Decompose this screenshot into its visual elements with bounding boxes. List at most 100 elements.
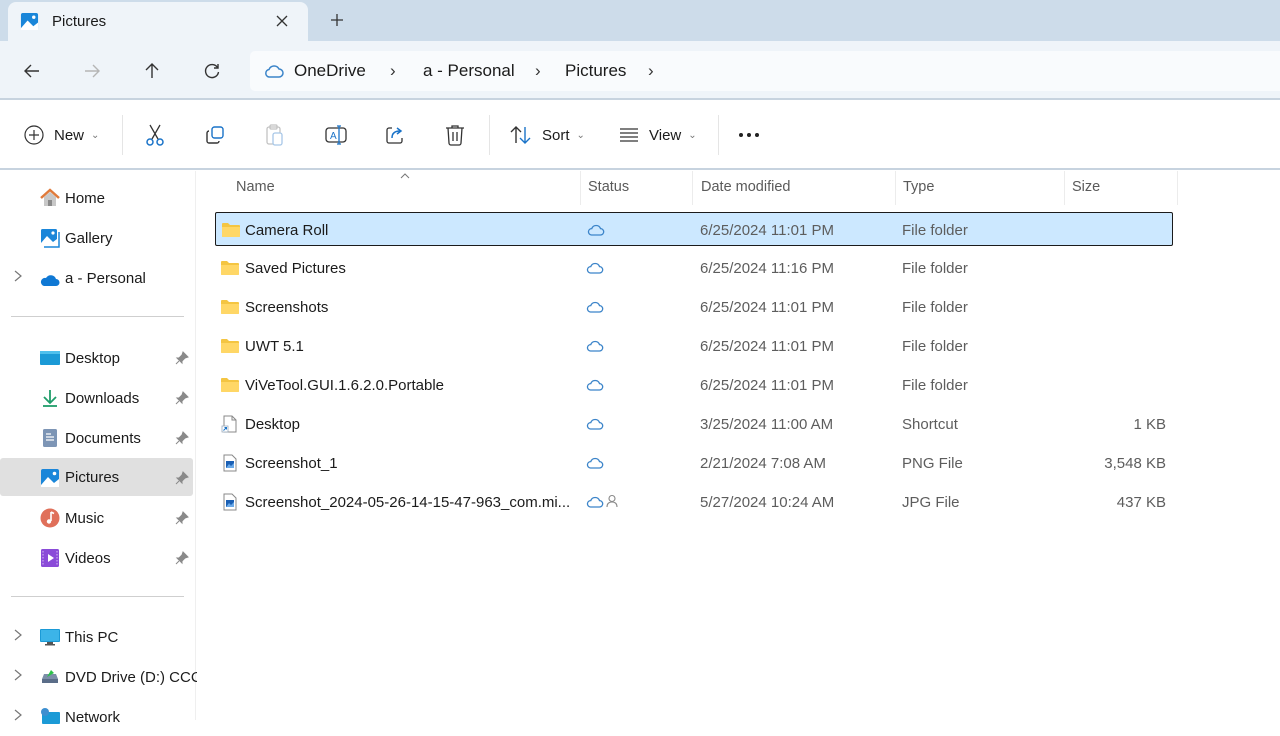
- column-divider[interactable]: [580, 171, 581, 205]
- tab-pictures[interactable]: Pictures: [8, 2, 308, 41]
- paste-icon: [266, 124, 283, 146]
- column-header-type[interactable]: Type: [903, 179, 934, 195]
- column-divider[interactable]: [1177, 171, 1178, 205]
- cloud-status-icon: [587, 224, 605, 236]
- column-divider[interactable]: [1064, 171, 1065, 205]
- file-row[interactable]: UWT 5.1 6/25/2024 11:01 PM File folder: [215, 329, 1173, 363]
- sidebar-label: This PC: [65, 628, 119, 646]
- file-row[interactable]: Desktop 3/25/2024 11:00 AM Shortcut 1 KB: [215, 407, 1173, 441]
- column-header-status[interactable]: Status: [588, 179, 629, 195]
- copy-button[interactable]: [205, 120, 225, 150]
- music-icon: [40, 508, 60, 528]
- back-button[interactable]: [18, 57, 46, 85]
- pin-icon[interactable]: [175, 471, 189, 485]
- file-type: File folder: [902, 299, 968, 316]
- pin-icon[interactable]: [175, 551, 189, 565]
- chevron-right-icon[interactable]: [14, 709, 22, 724]
- file-row[interactable]: ViVeTool.GUI.1.6.2.0.Portable 6/25/2024 1…: [215, 368, 1173, 402]
- pin-icon[interactable]: [175, 391, 189, 405]
- more-options-button[interactable]: [738, 120, 760, 150]
- refresh-icon: [204, 63, 220, 79]
- cloud-status-icon: [586, 379, 604, 391]
- sidebar-label: Pictures: [65, 468, 120, 486]
- sidebar-divider: [11, 316, 184, 317]
- column-header-size[interactable]: Size: [1072, 179, 1100, 195]
- sidebar-item-downloads[interactable]: Downloads: [0, 379, 193, 417]
- sidebar-item-this-pc[interactable]: This PC: [0, 618, 193, 656]
- file-date-modified: 6/25/2024 11:01 PM: [700, 338, 834, 355]
- breadcrumb-separator[interactable]: ›: [535, 61, 541, 81]
- pictures-folder-icon: [20, 12, 39, 31]
- file-row[interactable]: Screenshot_2024-05-26-14-15-47-963_com.m…: [215, 485, 1173, 519]
- view-button[interactable]: View ⌄: [619, 120, 697, 150]
- breadcrumb-onedrive[interactable]: OneDrive: [294, 61, 366, 81]
- paste-button[interactable]: [265, 120, 285, 150]
- sidebar-item-gallery[interactable]: Gallery: [0, 219, 193, 257]
- file-date-modified: 6/25/2024 11:01 PM: [700, 299, 834, 316]
- tab-title: Pictures: [52, 13, 107, 30]
- navigation-pane: Home Gallery a - Personal Desktop Downlo…: [0, 171, 202, 726]
- cloud-status-icon: [586, 496, 604, 508]
- share-button[interactable]: [385, 120, 405, 150]
- sidebar-item-desktop[interactable]: Desktop: [0, 339, 193, 377]
- cut-button[interactable]: [145, 120, 165, 150]
- network-icon: [41, 708, 60, 724]
- sidebar-item-network[interactable]: Network: [0, 698, 193, 736]
- share-icon: [386, 127, 403, 144]
- pin-icon[interactable]: [175, 431, 189, 445]
- sidebar-item-pictures[interactable]: Pictures: [0, 458, 193, 496]
- file-type: PNG File: [902, 455, 963, 472]
- close-tab-button[interactable]: [271, 10, 293, 32]
- plus-circle-icon: [24, 125, 44, 145]
- file-name: Screenshots: [245, 299, 329, 316]
- toolbar-divider: [489, 115, 490, 155]
- copy-icon: [206, 126, 224, 144]
- file-type: File folder: [902, 222, 968, 239]
- column-divider[interactable]: [895, 171, 896, 205]
- new-label: New: [54, 126, 85, 144]
- sidebar-item-dvd-drive[interactable]: DVD Drive (D:) CCC: [0, 658, 202, 696]
- column-divider[interactable]: [692, 171, 693, 205]
- rename-icon: A: [325, 125, 347, 145]
- file-row[interactable]: Screenshot_1 2/21/2024 7:08 AM PNG File 3,5…: [215, 446, 1173, 480]
- file-name: Saved Pictures: [245, 260, 346, 277]
- file-size: 1 KB: [1133, 416, 1166, 433]
- sidebar-item-documents[interactable]: Documents: [0, 419, 193, 457]
- sidebar-label: Music: [65, 509, 105, 527]
- column-header-name[interactable]: Name: [236, 179, 275, 195]
- breadcrumb-separator[interactable]: ›: [390, 61, 396, 81]
- gallery-icon: [41, 229, 60, 248]
- sort-ascending-icon: [400, 171, 410, 182]
- arrow-right-icon: [85, 64, 100, 78]
- new-tab-button[interactable]: [325, 8, 349, 32]
- refresh-button[interactable]: [198, 57, 226, 85]
- chevron-right-icon[interactable]: [14, 270, 22, 285]
- breadcrumb-separator[interactable]: ›: [648, 61, 654, 81]
- sidebar-item-music[interactable]: Music: [0, 499, 193, 537]
- breadcrumb-pictures[interactable]: Pictures: [565, 61, 626, 81]
- sort-button[interactable]: Sort ⌄: [510, 120, 585, 150]
- breadcrumb-a-personal[interactable]: a - Personal: [423, 61, 515, 81]
- sidebar-label: Documents: [65, 429, 141, 447]
- sidebar-item-onedrive-personal[interactable]: a - Personal: [0, 259, 193, 297]
- file-row[interactable]: Screenshots 6/25/2024 11:01 PM File folder: [215, 290, 1173, 324]
- arrow-left-icon: [24, 64, 39, 78]
- rename-button[interactable]: A: [325, 120, 347, 150]
- sidebar-item-videos[interactable]: Videos: [0, 539, 193, 577]
- chevron-right-icon[interactable]: [14, 669, 22, 684]
- delete-button[interactable]: [445, 120, 465, 150]
- videos-icon: [41, 549, 59, 567]
- chevron-right-icon[interactable]: [14, 629, 22, 644]
- file-row[interactable]: Camera Roll 6/25/2024 11:01 PM File folder: [215, 212, 1173, 246]
- address-bar[interactable]: OneDrive › a - Personal › Pictures ›: [250, 51, 1280, 91]
- new-button[interactable]: New ⌄: [24, 120, 99, 150]
- pin-icon[interactable]: [175, 351, 189, 365]
- sidebar-item-home[interactable]: Home: [0, 179, 193, 217]
- column-header-date-modified[interactable]: Date modified: [701, 179, 790, 195]
- pin-icon[interactable]: [175, 511, 189, 525]
- cloud-status-icon: [586, 418, 604, 430]
- home-icon: [40, 188, 60, 206]
- file-row[interactable]: Saved Pictures 6/25/2024 11:16 PM File fol…: [215, 251, 1173, 285]
- up-button[interactable]: [138, 57, 166, 85]
- forward-button[interactable]: [78, 57, 106, 85]
